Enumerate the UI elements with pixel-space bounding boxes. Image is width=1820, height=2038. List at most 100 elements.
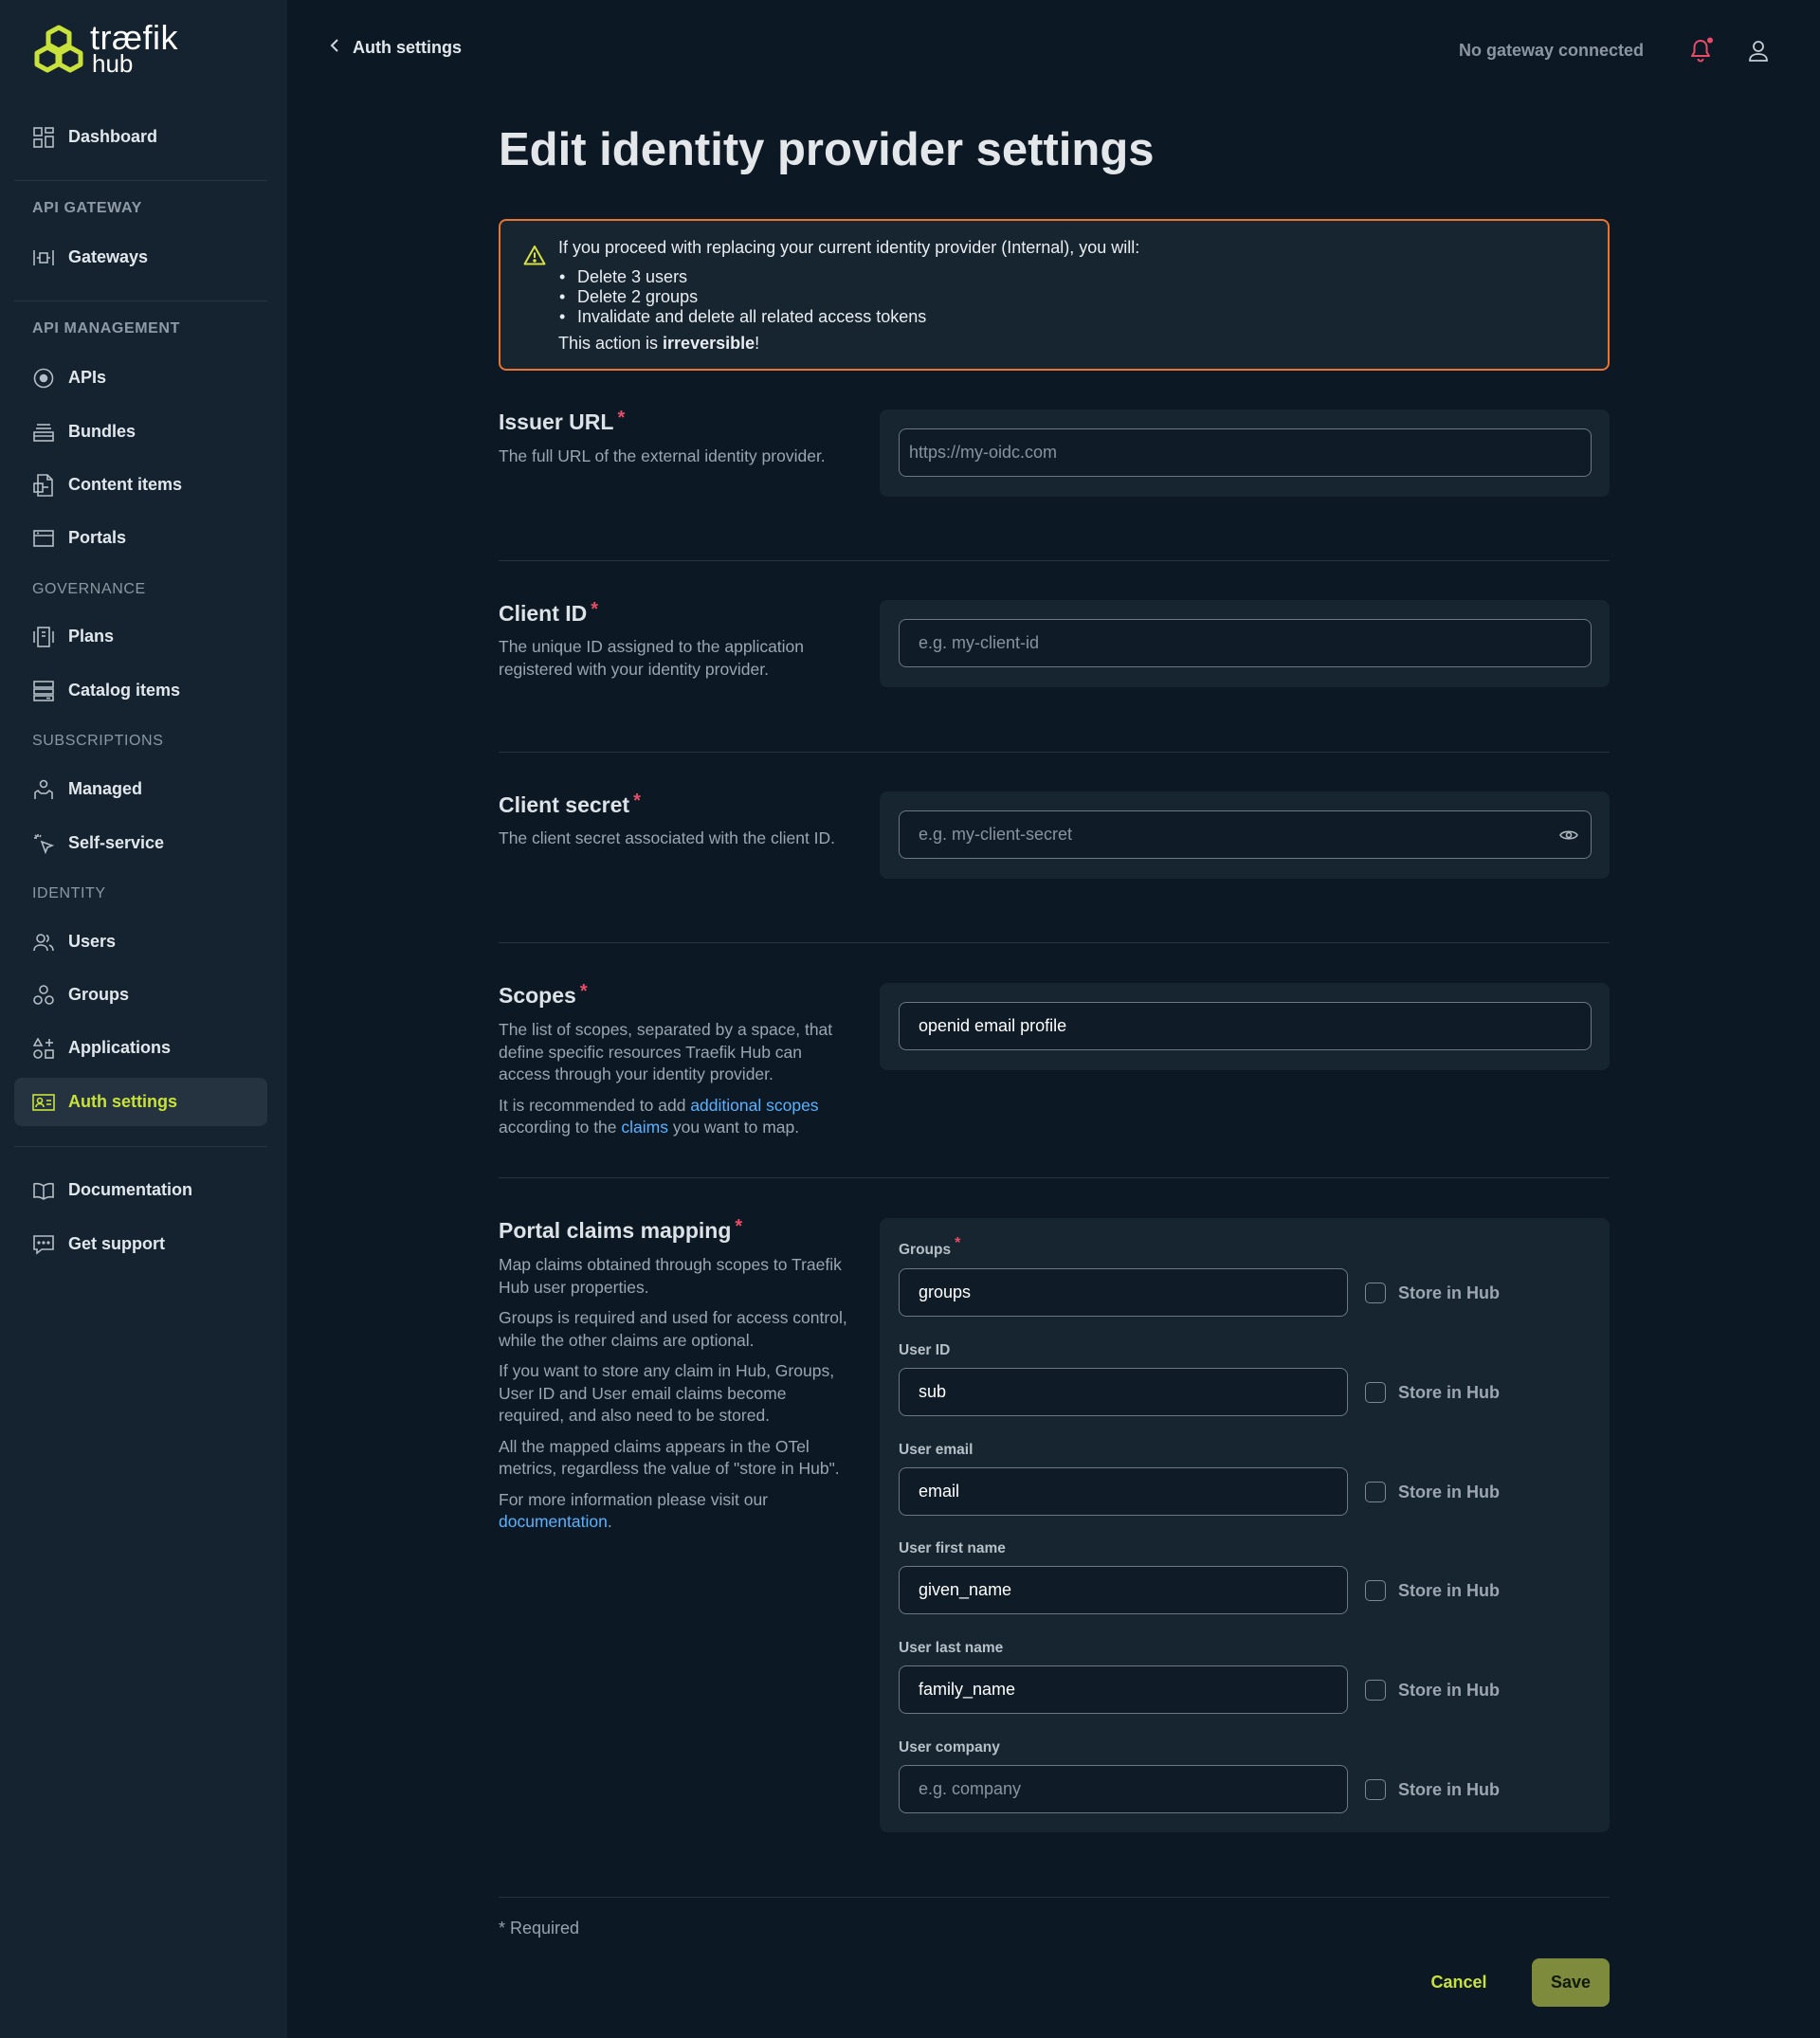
checkbox-box xyxy=(1365,1779,1386,1800)
client-secret-card: e.g. my-client-secret xyxy=(880,792,1610,879)
user-email-claim-input[interactable]: email xyxy=(899,1467,1348,1516)
sidebar-item-catalog-items[interactable]: Catalog items xyxy=(14,666,267,715)
chat-bubble-icon xyxy=(32,1233,55,1256)
api-icon xyxy=(32,367,55,390)
user-id-claim-input[interactable]: sub xyxy=(899,1368,1348,1416)
sidebar-item-label: Self-service xyxy=(68,833,165,852)
plans-icon xyxy=(32,626,55,648)
user-last-name-claim-label: User last name xyxy=(899,1640,1004,1656)
scopes-description-text: The list of scopes, separated by a space… xyxy=(499,1020,833,1083)
store-in-hub-label: Store in Hub xyxy=(1398,1680,1500,1700)
sidebar-item-plans[interactable]: Plans xyxy=(14,612,267,661)
user-id-claim-label: User ID xyxy=(899,1342,951,1358)
cancel-button[interactable]: Cancel xyxy=(1416,1958,1502,2007)
required-asterisk: * xyxy=(633,791,641,811)
sidebar-item-gateways[interactable]: Gateways xyxy=(14,233,267,282)
sidebar-item-portals[interactable]: Portals xyxy=(14,514,267,562)
sidebar-item-get-support[interactable]: Get support xyxy=(14,1220,267,1268)
user-menu-button[interactable] xyxy=(1748,40,1769,67)
sidebar-item-label: Managed xyxy=(68,779,143,798)
client-id-input[interactable]: e.g. my-client-id xyxy=(899,619,1592,667)
sidebar-item-applications[interactable]: Applications xyxy=(14,1024,267,1072)
notifications-button[interactable] xyxy=(1689,37,1714,68)
claims-desc5-prefix: For more information please visit our xyxy=(499,1489,768,1509)
sidebar-divider xyxy=(14,300,267,301)
sidebar-item-dashboard[interactable]: Dashboard xyxy=(14,113,267,161)
claims-mapping-label-text: Portal claims mapping xyxy=(499,1218,732,1243)
user-id-store-in-hub-checkbox[interactable]: Store in Hub xyxy=(1365,1382,1500,1403)
sidebar-item-users[interactable]: Users xyxy=(14,918,267,966)
sidebar-item-label: Bundles xyxy=(68,422,136,441)
scopes-note-middle: according to the xyxy=(499,1118,622,1137)
sidebar-item-groups[interactable]: Groups xyxy=(14,971,267,1019)
user-first-name-claim-input[interactable]: given_name xyxy=(899,1566,1348,1614)
scopes-note-prefix: It is recommended to add xyxy=(499,1095,691,1115)
user-company-claim-input[interactable]: e.g. company xyxy=(899,1765,1348,1813)
sidebar-item-label: Plans xyxy=(68,627,115,646)
user-first-name-claim-label: User first name xyxy=(899,1540,1006,1556)
documentation-link[interactable]: documentation xyxy=(499,1512,608,1531)
cursor-click-icon xyxy=(32,832,55,855)
client-id-label: Client ID * xyxy=(499,599,598,627)
groups-claim-input[interactable]: groups xyxy=(899,1268,1348,1317)
traefik-hub-logo[interactable]: træfik hub xyxy=(31,21,178,76)
save-button[interactable]: Save xyxy=(1532,1958,1610,2007)
warning-message: If you proceed with replacing your curre… xyxy=(558,238,1140,257)
client-secret-input[interactable]: e.g. my-client-secret xyxy=(899,810,1592,859)
user-last-name-claim-input[interactable]: family_name xyxy=(899,1665,1348,1714)
section-divider xyxy=(499,752,1610,753)
claims-mapping-label: Portal claims mapping * xyxy=(499,1216,743,1244)
sidebar-item-auth-settings[interactable]: Auth settings xyxy=(14,1078,267,1126)
sidebar: træfik hub Dashboard API GATEWAY Gateway… xyxy=(0,0,287,2038)
user-company-store-in-hub-checkbox[interactable]: Store in Hub xyxy=(1365,1779,1500,1800)
store-in-hub-label: Store in Hub xyxy=(1398,1779,1500,1799)
claims-desc-paragraph: For more information please visit our do… xyxy=(499,1489,854,1534)
sidebar-item-bundles[interactable]: Bundles xyxy=(14,408,267,456)
sidebar-item-managed[interactable]: Managed xyxy=(14,765,267,813)
user-icon xyxy=(1749,41,1768,62)
dashboard-grid-icon xyxy=(32,126,55,149)
user-company-claim-label: User company xyxy=(899,1739,1000,1756)
scopes-input[interactable]: openid email profile xyxy=(899,1002,1592,1050)
applications-icon xyxy=(32,1037,55,1060)
claims-mapping-description: Map claims obtained through scopes to Tr… xyxy=(499,1254,854,1542)
user-last-name-store-in-hub-checkbox[interactable]: Store in Hub xyxy=(1365,1680,1500,1701)
checkbox-box xyxy=(1365,1482,1386,1502)
required-asterisk: * xyxy=(735,1216,743,1237)
show-secret-eye-icon[interactable] xyxy=(1559,827,1578,846)
issuer-url-label-text: Issuer URL xyxy=(499,409,614,434)
sidebar-item-label: Content items xyxy=(68,475,183,494)
additional-scopes-link[interactable]: additional scopes xyxy=(690,1096,818,1115)
store-in-hub-label: Store in Hub xyxy=(1398,1580,1500,1600)
bell-icon xyxy=(1691,37,1713,63)
chevron-left-icon xyxy=(330,38,339,58)
checkbox-box xyxy=(1365,1283,1386,1303)
claims-link[interactable]: claims xyxy=(621,1118,668,1137)
back-to-auth-settings-link[interactable]: Auth settings xyxy=(330,38,462,58)
managed-hand-icon xyxy=(32,778,55,801)
page-title: Edit identity provider settings xyxy=(499,124,1155,175)
sidebar-item-label: Get support xyxy=(68,1234,165,1253)
sidebar-item-self-service[interactable]: Self-service xyxy=(14,819,267,867)
claims-mapping-card: Groups * groups Store in Hub User ID sub … xyxy=(880,1218,1610,1832)
client-id-card: e.g. my-client-id xyxy=(880,600,1610,687)
groups-claim-label: Groups * xyxy=(899,1235,960,1259)
list-item: Delete 3 users xyxy=(559,267,926,287)
groups-store-in-hub-checkbox[interactable]: Store in Hub xyxy=(1365,1283,1500,1303)
issuer-url-input[interactable]: https://my-oidc.com xyxy=(899,428,1592,477)
gateway-status-text: No gateway connected xyxy=(1459,41,1645,60)
sidebar-item-apis[interactable]: APIs xyxy=(14,354,267,402)
sidebar-item-label: Dashboard xyxy=(68,127,158,146)
user-email-store-in-hub-checkbox[interactable]: Store in Hub xyxy=(1365,1482,1500,1502)
required-asterisk: * xyxy=(617,408,626,428)
user-email-claim-label: User email xyxy=(899,1442,974,1458)
sidebar-item-content-items[interactable]: Content items xyxy=(14,461,267,509)
user-first-name-store-in-hub-checkbox[interactable]: Store in Hub xyxy=(1365,1580,1500,1601)
required-asterisk: * xyxy=(579,981,588,1002)
sidebar-item-documentation[interactable]: Documentation xyxy=(14,1166,267,1214)
hexagon-logo-icon xyxy=(34,25,83,73)
warning-triangle-icon xyxy=(523,245,546,270)
claims-desc-paragraph: Groups is required and used for access c… xyxy=(499,1308,847,1350)
bundles-stack-icon xyxy=(32,421,55,444)
warning-consequences-list: Delete 3 users Delete 2 groups Invalidat… xyxy=(559,267,926,327)
